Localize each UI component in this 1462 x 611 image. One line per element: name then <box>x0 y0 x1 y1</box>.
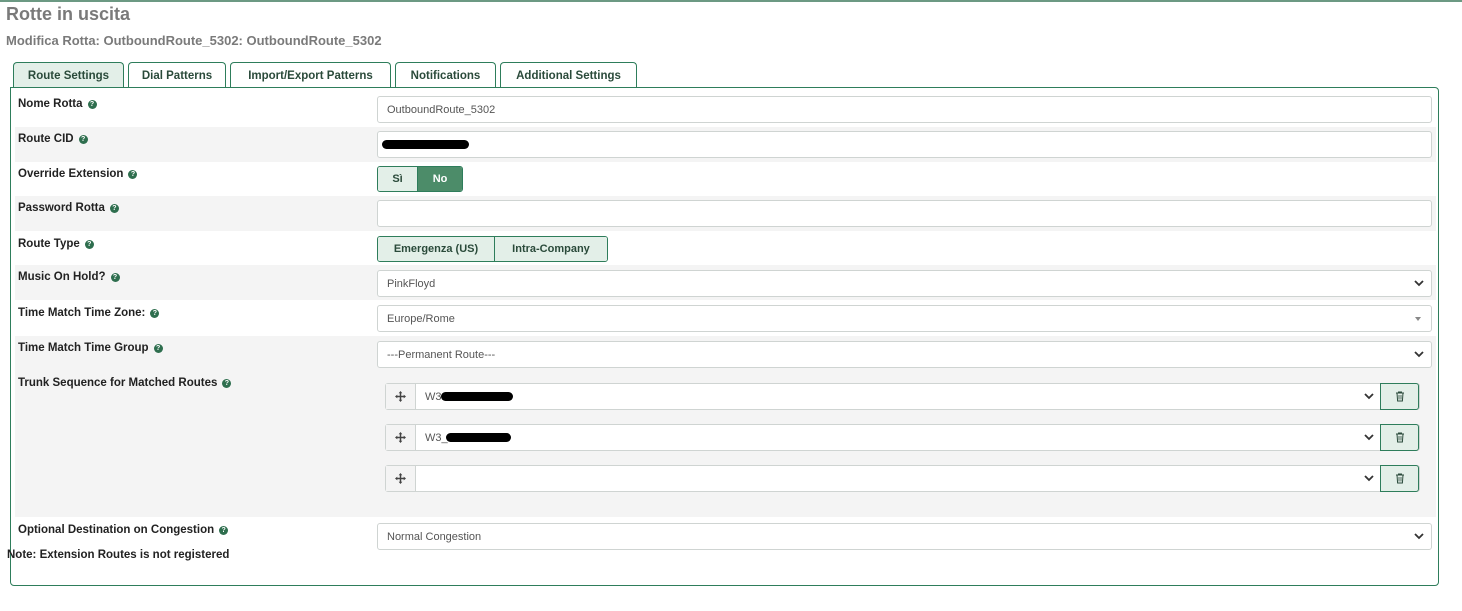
override-no-option[interactable]: No <box>417 167 462 191</box>
trash-icon[interactable] <box>1380 424 1419 451</box>
congestion-label: Optional Destination on Congestion? <box>18 524 229 536</box>
tab-dial-patterns[interactable]: Dial Patterns <box>128 62 226 88</box>
chevron-down-icon <box>1413 348 1425 360</box>
help-icon[interactable]: ? <box>87 100 97 109</box>
music-on-hold-select[interactable]: PinkFloyd <box>377 270 1432 297</box>
help-icon[interactable]: ? <box>222 379 232 388</box>
route-name-label: Nome Rotta? <box>18 98 97 110</box>
music-on-hold-label: Music On Hold?? <box>18 271 120 283</box>
help-icon[interactable]: ? <box>110 273 120 282</box>
override-yes-option[interactable]: Sì <box>378 167 418 191</box>
route-password-input[interactable] <box>377 200 1432 227</box>
redaction-mark <box>446 433 511 442</box>
override-extension-label: Override Extension? <box>18 168 138 180</box>
tab-route-settings[interactable]: Route Settings <box>13 62 124 88</box>
chevron-down-icon <box>1363 472 1375 484</box>
time-zone-select[interactable]: Europe/Rome <box>377 305 1432 332</box>
move-arrows-icon[interactable] <box>386 384 416 409</box>
redaction-mark <box>382 140 469 149</box>
route-type-toggle: Emergenza (US) Intra-Company <box>377 236 608 262</box>
help-icon[interactable]: ? <box>150 309 160 318</box>
route-cid-label: Route CID? <box>18 133 88 145</box>
time-zone-label: Time Match Time Zone:? <box>18 307 160 319</box>
help-icon[interactable]: ? <box>153 344 163 353</box>
trunk-select[interactable]: W3 <box>425 384 442 409</box>
help-icon[interactable]: ? <box>84 240 94 249</box>
registration-note: Note: Extension Routes is not registered <box>7 549 230 561</box>
tab-bar: Route Settings Dial Patterns Import/Expo… <box>13 62 641 88</box>
move-arrows-icon[interactable] <box>386 425 416 450</box>
trash-icon[interactable] <box>1380 383 1419 410</box>
help-icon[interactable]: ? <box>219 526 229 535</box>
chevron-down-icon <box>1413 277 1425 289</box>
help-icon[interactable]: ? <box>109 204 119 213</box>
move-arrows-icon[interactable] <box>386 466 416 491</box>
trash-icon[interactable] <box>1380 465 1419 492</box>
trunk-sequence-label: Trunk Sequence for Matched Routes? <box>18 377 232 389</box>
override-extension-toggle: Sì No <box>377 166 463 192</box>
route-type-intra-company-option[interactable]: Intra-Company <box>493 237 607 261</box>
tab-notifications[interactable]: Notifications <box>395 62 496 88</box>
top-accent-rule <box>0 0 1462 2</box>
route-cid-input[interactable] <box>377 131 1432 158</box>
page-subtitle: Modifica Rotta: OutboundRoute_5302: Outb… <box>6 33 382 48</box>
tab-additional-settings[interactable]: Additional Settings <box>500 62 637 88</box>
help-icon[interactable]: ? <box>128 170 138 179</box>
trunk-row: W3 <box>385 383 1420 410</box>
redaction-mark <box>441 392 513 401</box>
route-name-input[interactable]: OutboundRoute_5302 <box>377 96 1432 123</box>
chevron-down-icon <box>1363 390 1375 402</box>
time-group-select[interactable]: ---Permanent Route--- <box>377 341 1432 368</box>
chevron-down-icon <box>1363 431 1375 443</box>
route-type-emergency-option[interactable]: Emergenza (US) <box>378 237 494 261</box>
trunk-row: W3_ <box>385 424 1420 451</box>
route-password-label: Password Rotta? <box>18 202 119 214</box>
time-group-label: Time Match Time Group? <box>18 342 163 354</box>
help-icon[interactable]: ? <box>78 135 88 144</box>
chevron-down-icon <box>1413 530 1425 542</box>
caret-down-icon <box>1415 317 1421 321</box>
trunk-row <box>385 465 1420 492</box>
trunk-select[interactable]: W3_ <box>425 425 448 450</box>
tab-import-export-patterns[interactable]: Import/Export Patterns <box>230 62 391 88</box>
page-title: Rotte in uscita <box>6 4 131 24</box>
route-type-label: Route Type? <box>18 238 94 250</box>
congestion-select[interactable]: Normal Congestion <box>377 523 1432 550</box>
